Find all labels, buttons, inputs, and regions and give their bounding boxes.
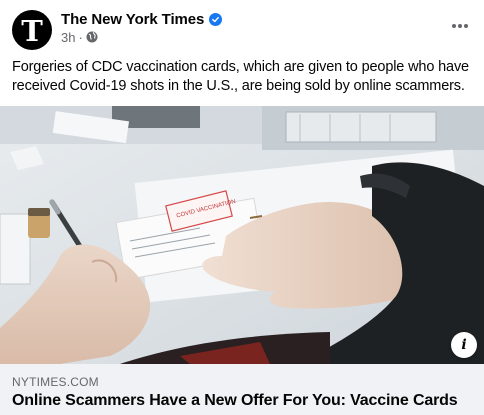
photo-illustration: COVID VACCINATION bbox=[0, 106, 484, 364]
article-photo[interactable]: COVID VACCINATION i bbox=[0, 106, 484, 364]
link-preview[interactable]: NYTIMES.COM Online Scammers Have a New O… bbox=[0, 364, 484, 415]
post-meta: 3h · bbox=[61, 29, 98, 45]
nyt-logo-icon: T bbox=[21, 13, 43, 48]
more-options-button[interactable] bbox=[448, 14, 472, 38]
post-caption: Forgeries of CDC vaccination cards, whic… bbox=[12, 59, 469, 94]
more-horizontal-icon bbox=[452, 24, 468, 28]
info-icon: i bbox=[461, 337, 467, 353]
link-domain: NYTIMES.COM bbox=[12, 375, 99, 389]
meta-separator: · bbox=[78, 29, 83, 45]
info-button[interactable]: i bbox=[451, 332, 477, 358]
page-name-row: The New York Times bbox=[61, 9, 223, 29]
globe-icon bbox=[86, 31, 98, 43]
page-name-link[interactable]: The New York Times bbox=[61, 11, 204, 28]
post-header: T The New York Times 3h · bbox=[0, 0, 484, 56]
link-title[interactable]: Online Scammers Have a New Offer For You… bbox=[12, 392, 478, 410]
page-avatar[interactable]: T bbox=[12, 10, 52, 50]
verified-badge-icon bbox=[209, 12, 223, 26]
post-timestamp[interactable]: 3h bbox=[61, 30, 75, 45]
